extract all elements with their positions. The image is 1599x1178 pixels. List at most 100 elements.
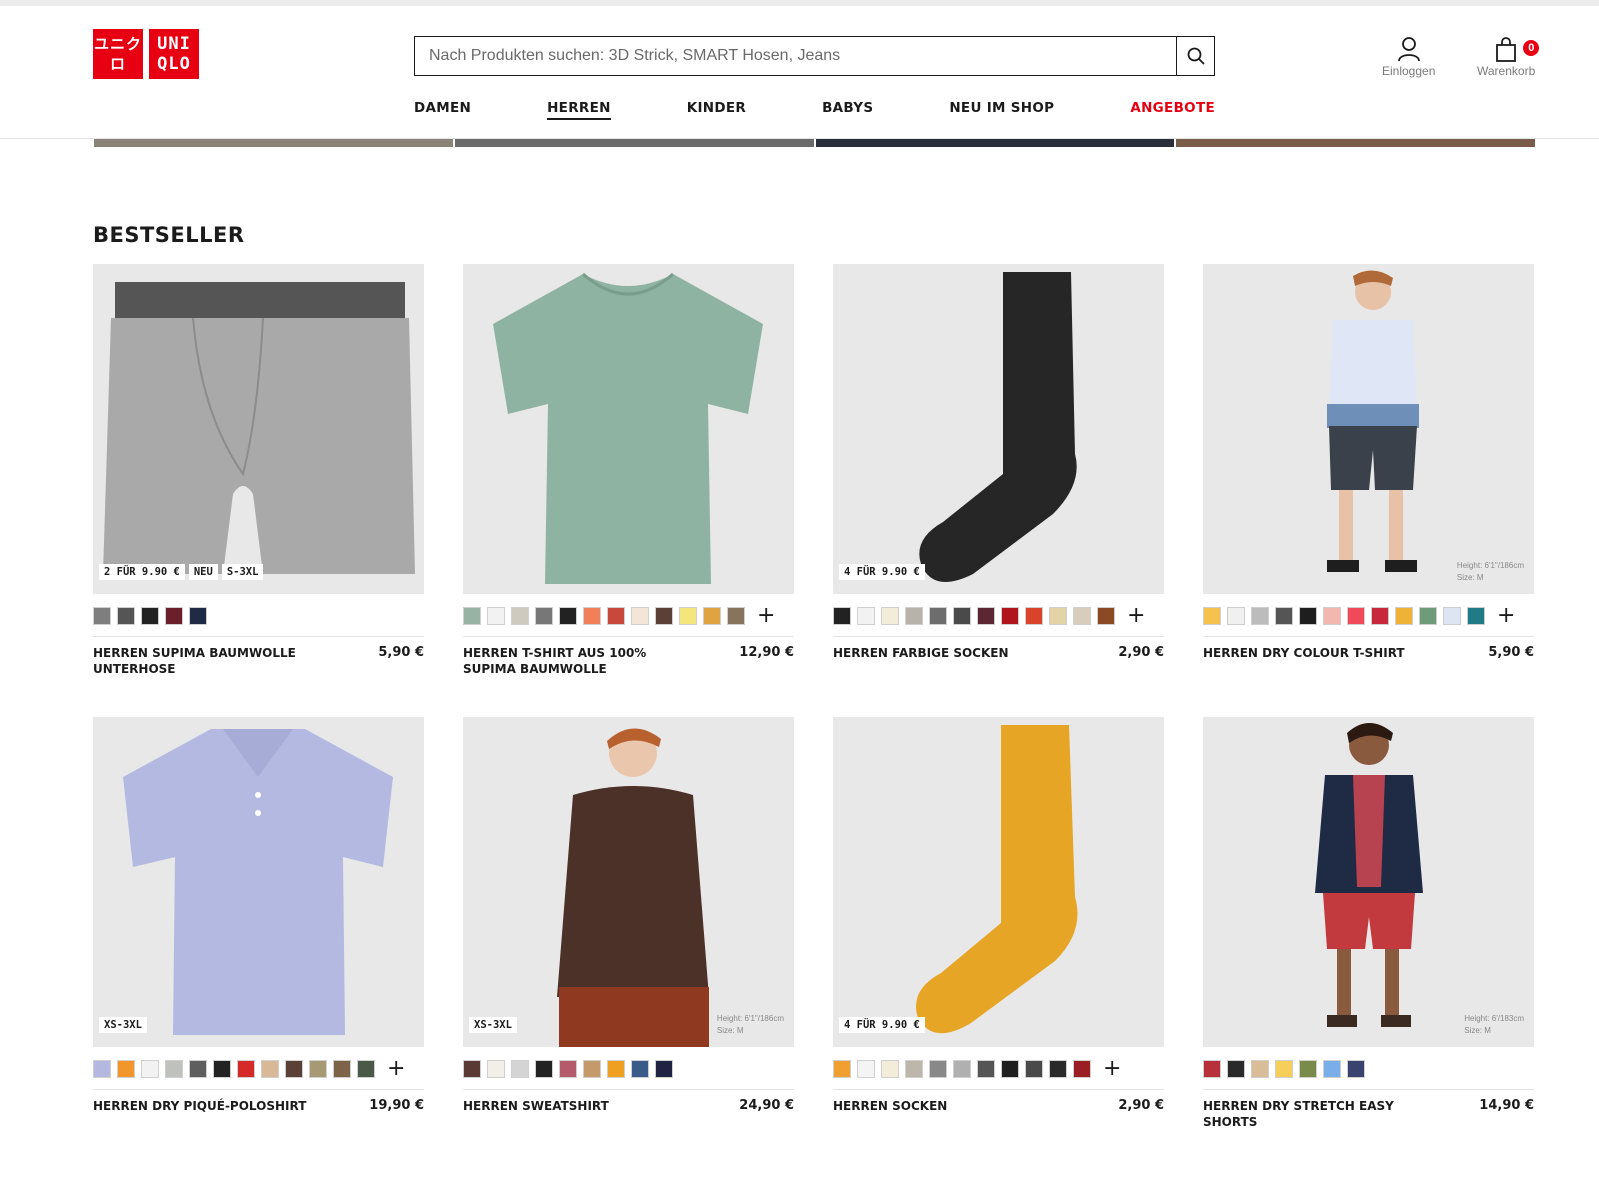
color-swatch[interactable] — [117, 607, 135, 625]
color-swatch[interactable] — [679, 607, 697, 625]
color-swatch[interactable] — [1299, 1060, 1317, 1078]
color-swatch[interactable] — [1203, 607, 1221, 625]
color-swatch[interactable] — [905, 607, 923, 625]
color-swatch[interactable] — [463, 607, 481, 625]
color-swatch[interactable] — [1073, 1060, 1091, 1078]
product-image[interactable]: 2 FÜR 9.90 € NEU S-3XL — [93, 264, 424, 594]
banner-tile[interactable] — [94, 139, 453, 147]
color-swatch[interactable] — [1025, 607, 1043, 625]
color-swatch[interactable] — [1025, 1060, 1043, 1078]
color-swatch[interactable] — [929, 1060, 947, 1078]
color-swatch[interactable] — [655, 1060, 673, 1078]
color-swatch[interactable] — [559, 1060, 577, 1078]
color-swatch[interactable] — [1419, 607, 1437, 625]
nav-herren[interactable]: HERREN — [547, 100, 611, 120]
product-image[interactable]: 4 FÜR 9.90 € — [833, 264, 1164, 594]
color-swatch[interactable] — [1467, 607, 1485, 625]
uniqlo-logo[interactable]: ユニクロ UNI QLO — [93, 29, 199, 79]
color-swatch[interactable] — [165, 1060, 183, 1078]
color-swatch[interactable] — [535, 1060, 553, 1078]
color-swatch[interactable] — [833, 1060, 851, 1078]
banner-tile[interactable] — [1176, 139, 1535, 147]
color-swatch[interactable] — [881, 607, 899, 625]
color-swatch[interactable] — [727, 607, 745, 625]
color-swatch[interactable] — [141, 607, 159, 625]
color-swatch[interactable] — [1073, 607, 1091, 625]
nav-angebote[interactable]: ANGEBOTE — [1130, 100, 1215, 120]
more-colors-plus-icon[interactable]: + — [387, 1058, 405, 1080]
color-swatch[interactable] — [833, 607, 851, 625]
color-swatch[interactable] — [213, 1060, 231, 1078]
color-swatch[interactable] — [189, 1060, 207, 1078]
color-swatch[interactable] — [261, 1060, 279, 1078]
search-button[interactable] — [1176, 37, 1214, 75]
color-swatch[interactable] — [1001, 1060, 1019, 1078]
banner-tile[interactable] — [454, 139, 814, 147]
product-name[interactable]: HERREN SOCKEN — [833, 1098, 947, 1114]
color-swatch[interactable] — [93, 607, 111, 625]
color-swatch[interactable] — [487, 1060, 505, 1078]
color-swatch[interactable] — [1347, 1060, 1365, 1078]
product-image[interactable] — [463, 264, 794, 594]
color-swatch[interactable] — [1227, 1060, 1245, 1078]
product-name[interactable]: HERREN DRY PIQUÉ-POLOSHIRT — [93, 1098, 306, 1114]
product-image[interactable]: XS-3XL — [93, 717, 424, 1047]
product-image[interactable]: XS-3XL Height: 6'1"/186cm Size: M — [463, 717, 794, 1047]
color-swatch[interactable] — [583, 1060, 601, 1078]
color-swatch[interactable] — [1395, 607, 1413, 625]
more-colors-plus-icon[interactable]: + — [1127, 605, 1145, 627]
product-card[interactable]: Height: 6'1"/186cm Size: M + HERREN DRY CO… — [1203, 264, 1534, 677]
color-swatch[interactable] — [117, 1060, 135, 1078]
color-swatch[interactable] — [953, 607, 971, 625]
color-swatch[interactable] — [1049, 1060, 1067, 1078]
more-colors-plus-icon[interactable]: + — [1497, 605, 1515, 627]
product-image[interactable]: Height: 6'1"/186cm Size: M — [1203, 264, 1534, 594]
color-swatch[interactable] — [559, 607, 577, 625]
cart-button[interactable]: 0 Warenkorb — [1477, 34, 1540, 78]
product-image[interactable]: Height: 6'/183cm Size: M — [1203, 717, 1534, 1047]
product-name[interactable]: HERREN SUPIMA BAUMWOLLE UNTERHOSE — [93, 645, 323, 677]
nav-damen[interactable]: DAMEN — [414, 100, 471, 120]
product-name[interactable]: HERREN SWEATSHIRT — [463, 1098, 609, 1114]
color-swatch[interactable] — [487, 607, 505, 625]
product-card[interactable]: XS-3XL Height: 6'1"/186cm Size: M HERREN S… — [463, 717, 794, 1130]
color-swatch[interactable] — [1097, 607, 1115, 625]
color-swatch[interactable] — [857, 607, 875, 625]
color-swatch[interactable] — [535, 607, 553, 625]
color-swatch[interactable] — [905, 1060, 923, 1078]
color-swatch[interactable] — [1347, 607, 1365, 625]
product-name[interactable]: HERREN FARBIGE SOCKEN — [833, 645, 1009, 661]
color-swatch[interactable] — [1443, 607, 1461, 625]
color-swatch[interactable] — [1275, 607, 1293, 625]
color-swatch[interactable] — [1275, 1060, 1293, 1078]
more-colors-plus-icon[interactable]: + — [1103, 1058, 1121, 1080]
color-swatch[interactable] — [333, 1060, 351, 1078]
color-swatch[interactable] — [511, 607, 529, 625]
color-swatch[interactable] — [881, 1060, 899, 1078]
color-swatch[interactable] — [1049, 607, 1067, 625]
nav-neu-im-shop[interactable]: NEU IM SHOP — [949, 100, 1054, 120]
product-name[interactable]: HERREN T-SHIRT AUS 100% SUPIMA BAUMWOLLE — [463, 645, 693, 677]
color-swatch[interactable] — [1299, 607, 1317, 625]
product-card[interactable]: XS-3XL + HERREN DRY PIQUÉ-POLOSHIRT 19,90 € — [93, 717, 424, 1130]
product-image[interactable]: 4 FÜR 9.90 € — [833, 717, 1164, 1047]
color-swatch[interactable] — [165, 607, 183, 625]
product-card[interactable]: + HERREN T-SHIRT AUS 100% SUPIMA BAUMWOLL… — [463, 264, 794, 677]
color-swatch[interactable] — [1001, 607, 1019, 625]
color-swatch[interactable] — [583, 607, 601, 625]
color-swatch[interactable] — [607, 607, 625, 625]
color-swatch[interactable] — [285, 1060, 303, 1078]
color-swatch[interactable] — [1227, 607, 1245, 625]
color-swatch[interactable] — [1203, 1060, 1221, 1078]
search-input[interactable] — [415, 37, 1176, 75]
product-card[interactable]: 2 FÜR 9.90 € NEU S-3XL HERREN SUPIMA BAUMWO… — [93, 264, 424, 677]
color-swatch[interactable] — [929, 607, 947, 625]
color-swatch[interactable] — [463, 1060, 481, 1078]
color-swatch[interactable] — [93, 1060, 111, 1078]
color-swatch[interactable] — [607, 1060, 625, 1078]
product-card[interactable]: Height: 6'/183cm Size: M HERREN DRY STRET… — [1203, 717, 1534, 1130]
banner-tile[interactable] — [815, 139, 1175, 147]
product-name[interactable]: HERREN DRY COLOUR T-SHIRT — [1203, 645, 1405, 661]
color-swatch[interactable] — [703, 607, 721, 625]
color-swatch[interactable] — [309, 1060, 327, 1078]
